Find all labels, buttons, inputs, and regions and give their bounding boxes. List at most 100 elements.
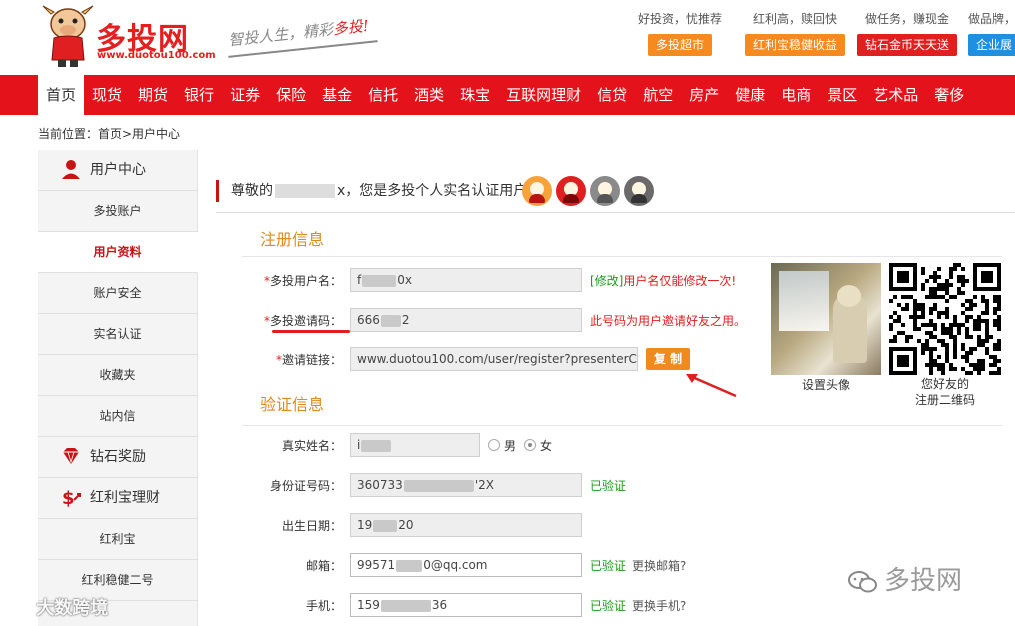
real-name-field[interactable]: i (350, 433, 480, 457)
qr-module (945, 279, 949, 283)
qr-module (901, 323, 905, 327)
qr-module (965, 307, 969, 311)
nav-item-bank[interactable]: 银行 (176, 75, 222, 115)
invite-code-label: *多投邀请码： (242, 312, 350, 329)
qr-module (977, 335, 981, 339)
badge-icon[interactable] (522, 176, 552, 206)
set-avatar-link[interactable]: 设置头像 (771, 376, 881, 393)
change-phone-link[interactable]: 更换手机? (632, 597, 686, 614)
copy-button[interactable]: 复 制 (646, 348, 690, 370)
promo-text: 红利高，赎回快 (753, 12, 838, 26)
welcome-message: 尊敬的 x，您是多投个人实名认证用户 (216, 180, 527, 202)
nav-item-liquor[interactable]: 酒类 (406, 75, 452, 115)
qr-module (965, 299, 969, 303)
qr-module (921, 307, 925, 311)
nav-item-aviation[interactable]: 航空 (635, 75, 681, 115)
row-username: *多投用户名： f 0x [修改]用户名仅能修改一次! (242, 267, 736, 293)
nav-item-credit[interactable]: 信贷 (589, 75, 635, 115)
qr-module (901, 307, 905, 311)
avatar-image[interactable] (771, 263, 881, 375)
svg-text:$: $ (62, 488, 75, 508)
qr-module (929, 307, 933, 311)
qr-module (921, 303, 925, 307)
row-email: 邮箱： 99571 0@qq.com 已验证 更换邮箱? (242, 552, 686, 578)
qr-module (985, 347, 989, 351)
sidebar-item-user-center[interactable]: 用户中心 (38, 150, 197, 191)
qr-module (977, 315, 981, 319)
nav-item-scenic[interactable]: 景区 (819, 75, 865, 115)
qr-module (973, 363, 977, 367)
gender-male-radio[interactable] (488, 439, 500, 451)
invite-code-field[interactable]: 666 2 (350, 308, 582, 332)
promo-4: 做品牌， 企业展 (968, 10, 1015, 56)
qr-module (965, 327, 969, 331)
wechat-icon (848, 570, 877, 592)
qr-module (977, 319, 981, 323)
nav-item-internet-finance[interactable]: 互联网理财 (498, 75, 589, 115)
qr-module (945, 311, 949, 315)
qr-module (977, 359, 981, 363)
sidebar-item-diamond-rewards[interactable]: 钻石奖励 (38, 437, 197, 478)
phone-field[interactable]: 159 36 (350, 593, 582, 617)
sidebar-item-bonus-finance[interactable]: $ 红利宝理财 (38, 478, 197, 519)
nav-item-home[interactable]: 首页 (38, 75, 85, 115)
qr-module (965, 315, 969, 319)
qr-module (977, 339, 981, 343)
qr-module (941, 295, 945, 299)
qr-module (961, 279, 965, 283)
username-field[interactable]: f 0x (350, 268, 582, 292)
nav-item-spot[interactable]: 现货 (84, 75, 130, 115)
nav-item-health[interactable]: 健康 (727, 75, 773, 115)
id-number-field[interactable]: 360733 '2X (350, 473, 582, 497)
change-email-link[interactable]: 更换邮箱? (632, 557, 686, 574)
sidebar-item-bonus-treasure[interactable]: 红利宝 (38, 519, 197, 560)
qr-caption-line: 注册二维码 (914, 393, 975, 407)
nav-item-futures[interactable]: 期货 (130, 75, 176, 115)
nav-item-art[interactable]: 艺术品 (865, 75, 926, 115)
qr-module (985, 339, 989, 343)
invite-link-field[interactable]: www.duotou100.com/user/register?presente… (350, 347, 638, 371)
real-name-label: 真实姓名： (281, 438, 342, 453)
email-field[interactable]: 99571 0@qq.com (350, 553, 582, 577)
qr-module (921, 323, 925, 327)
nav-item-jewelry[interactable]: 珠宝 (452, 75, 498, 115)
qr-module (977, 327, 981, 331)
promo-button-bonus[interactable]: 红利宝稳健收益 (745, 34, 846, 56)
badge-icon[interactable] (624, 176, 654, 206)
nav-item-securities[interactable]: 证券 (222, 75, 268, 115)
qr-module (993, 363, 997, 367)
nav-item-insurance[interactable]: 保险 (268, 75, 314, 115)
promo-button-diamond[interactable]: 钻石金币天天送 (857, 34, 958, 56)
qr-module (929, 295, 933, 299)
sidebar-item-favorites[interactable]: 收藏夹 (38, 355, 197, 396)
qr-code-icon[interactable] (889, 263, 1001, 375)
qr-module (997, 371, 1001, 375)
modify-username-link[interactable]: [修改] (590, 274, 623, 288)
nav-item-luxury[interactable]: 奢侈 (926, 75, 972, 115)
qr-module (981, 367, 985, 371)
promo-button-market[interactable]: 多投超市 (648, 34, 713, 56)
promo-text: 好投资，忧推荐 (638, 12, 723, 26)
badge-icon[interactable] (556, 176, 586, 206)
sidebar-item-verification[interactable]: 实名认证 (38, 314, 197, 355)
nav-item-realestate[interactable]: 房产 (681, 75, 727, 115)
nav-item-fund[interactable]: 基金 (314, 75, 360, 115)
qr-module (965, 351, 969, 355)
email-label: 邮箱： (305, 558, 342, 573)
badge-icon[interactable] (590, 176, 620, 206)
birth-date-field[interactable]: 19 20 (350, 513, 582, 537)
nav-item-trust[interactable]: 信托 (360, 75, 406, 115)
field-text: i (357, 438, 361, 452)
sidebar-item-messages[interactable]: 站内信 (38, 396, 197, 437)
sidebar-item-profile[interactable]: 用户资料 (38, 232, 198, 273)
qr-module (925, 343, 929, 347)
field-text: 0@qq.com (423, 558, 488, 572)
nav-item-ecommerce[interactable]: 电商 (773, 75, 819, 115)
gender-female-radio[interactable] (524, 439, 537, 451)
mascot-logo-icon[interactable] (38, 4, 98, 68)
sidebar-item-account[interactable]: 多投账户 (38, 191, 197, 232)
promo-button-enterprise[interactable]: 企业展 (968, 34, 1015, 56)
qr-module (917, 303, 921, 307)
qr-module (961, 267, 965, 271)
sidebar-item-security[interactable]: 账户安全 (38, 273, 197, 314)
